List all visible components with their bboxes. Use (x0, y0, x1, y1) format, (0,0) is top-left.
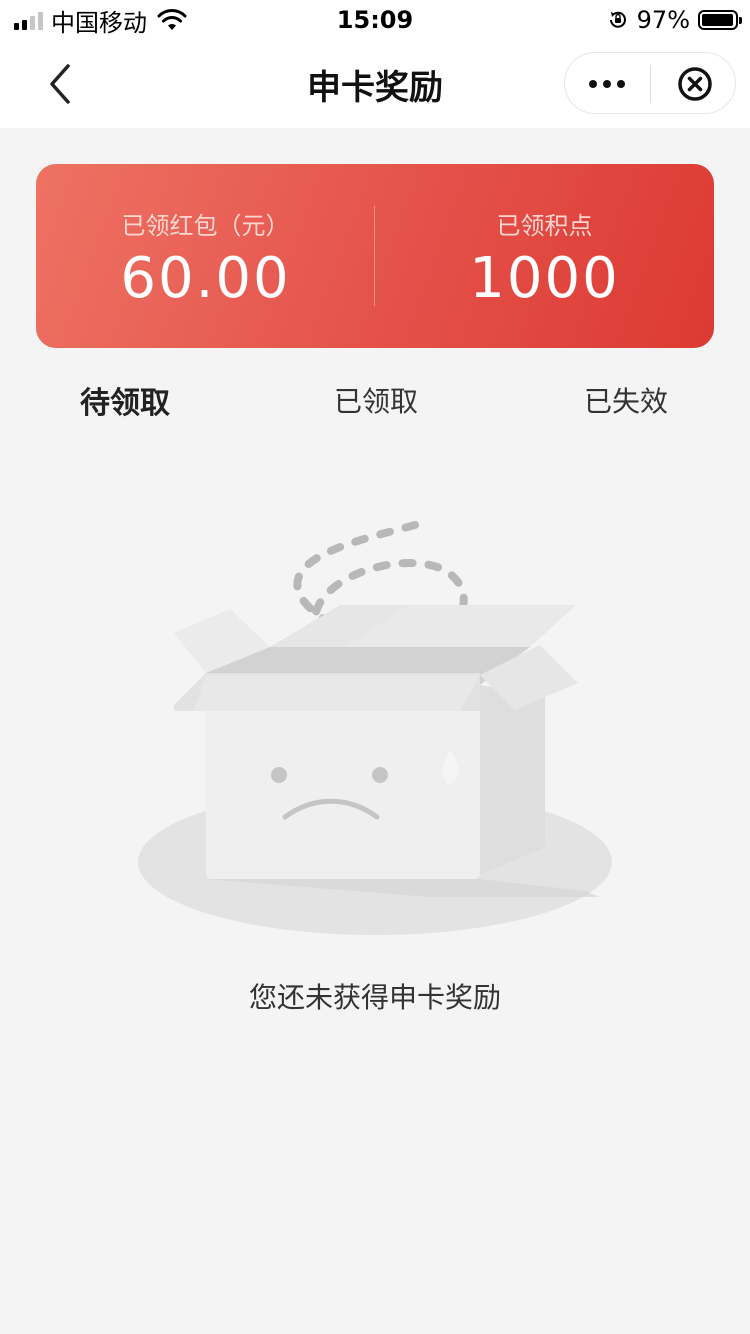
reward-tabs: 待领取 已领取 已失效 (0, 368, 750, 428)
red-packet-label: 已领红包（元） (121, 212, 290, 240)
red-packet-summary: 已领红包（元） 60.00 (36, 164, 375, 348)
points-value: 1000 (469, 246, 620, 311)
tab-expired[interactable]: 已失效 (584, 380, 668, 420)
points-summary: 已领积点 1000 (375, 164, 714, 348)
mini-program-capsule (564, 52, 736, 114)
more-icon (589, 80, 625, 88)
battery-fill (702, 14, 734, 26)
empty-box-icon (138, 521, 612, 935)
close-icon (678, 67, 712, 101)
status-bar: 中国移动 15:09 97% (0, 0, 750, 40)
close-button[interactable] (677, 66, 713, 102)
more-button[interactable] (565, 53, 651, 113)
empty-message: 您还未获得申卡奖励 (248, 981, 501, 1014)
tab-pending[interactable]: 待领取 (80, 378, 170, 422)
capsule-divider (650, 65, 651, 103)
red-packet-value: 60.00 (120, 246, 291, 311)
status-right: 97% (607, 6, 742, 34)
rotation-lock-icon (609, 11, 626, 28)
nav-bar: 申卡奖励 (0, 40, 750, 128)
reward-summary-card: 已领红包（元） 60.00 已领积点 1000 (36, 164, 714, 348)
points-label: 已领积点 (496, 212, 593, 240)
battery-percent: 97% (636, 6, 690, 34)
tab-claimed[interactable]: 已领取 (334, 380, 418, 420)
battery-icon (698, 10, 742, 30)
